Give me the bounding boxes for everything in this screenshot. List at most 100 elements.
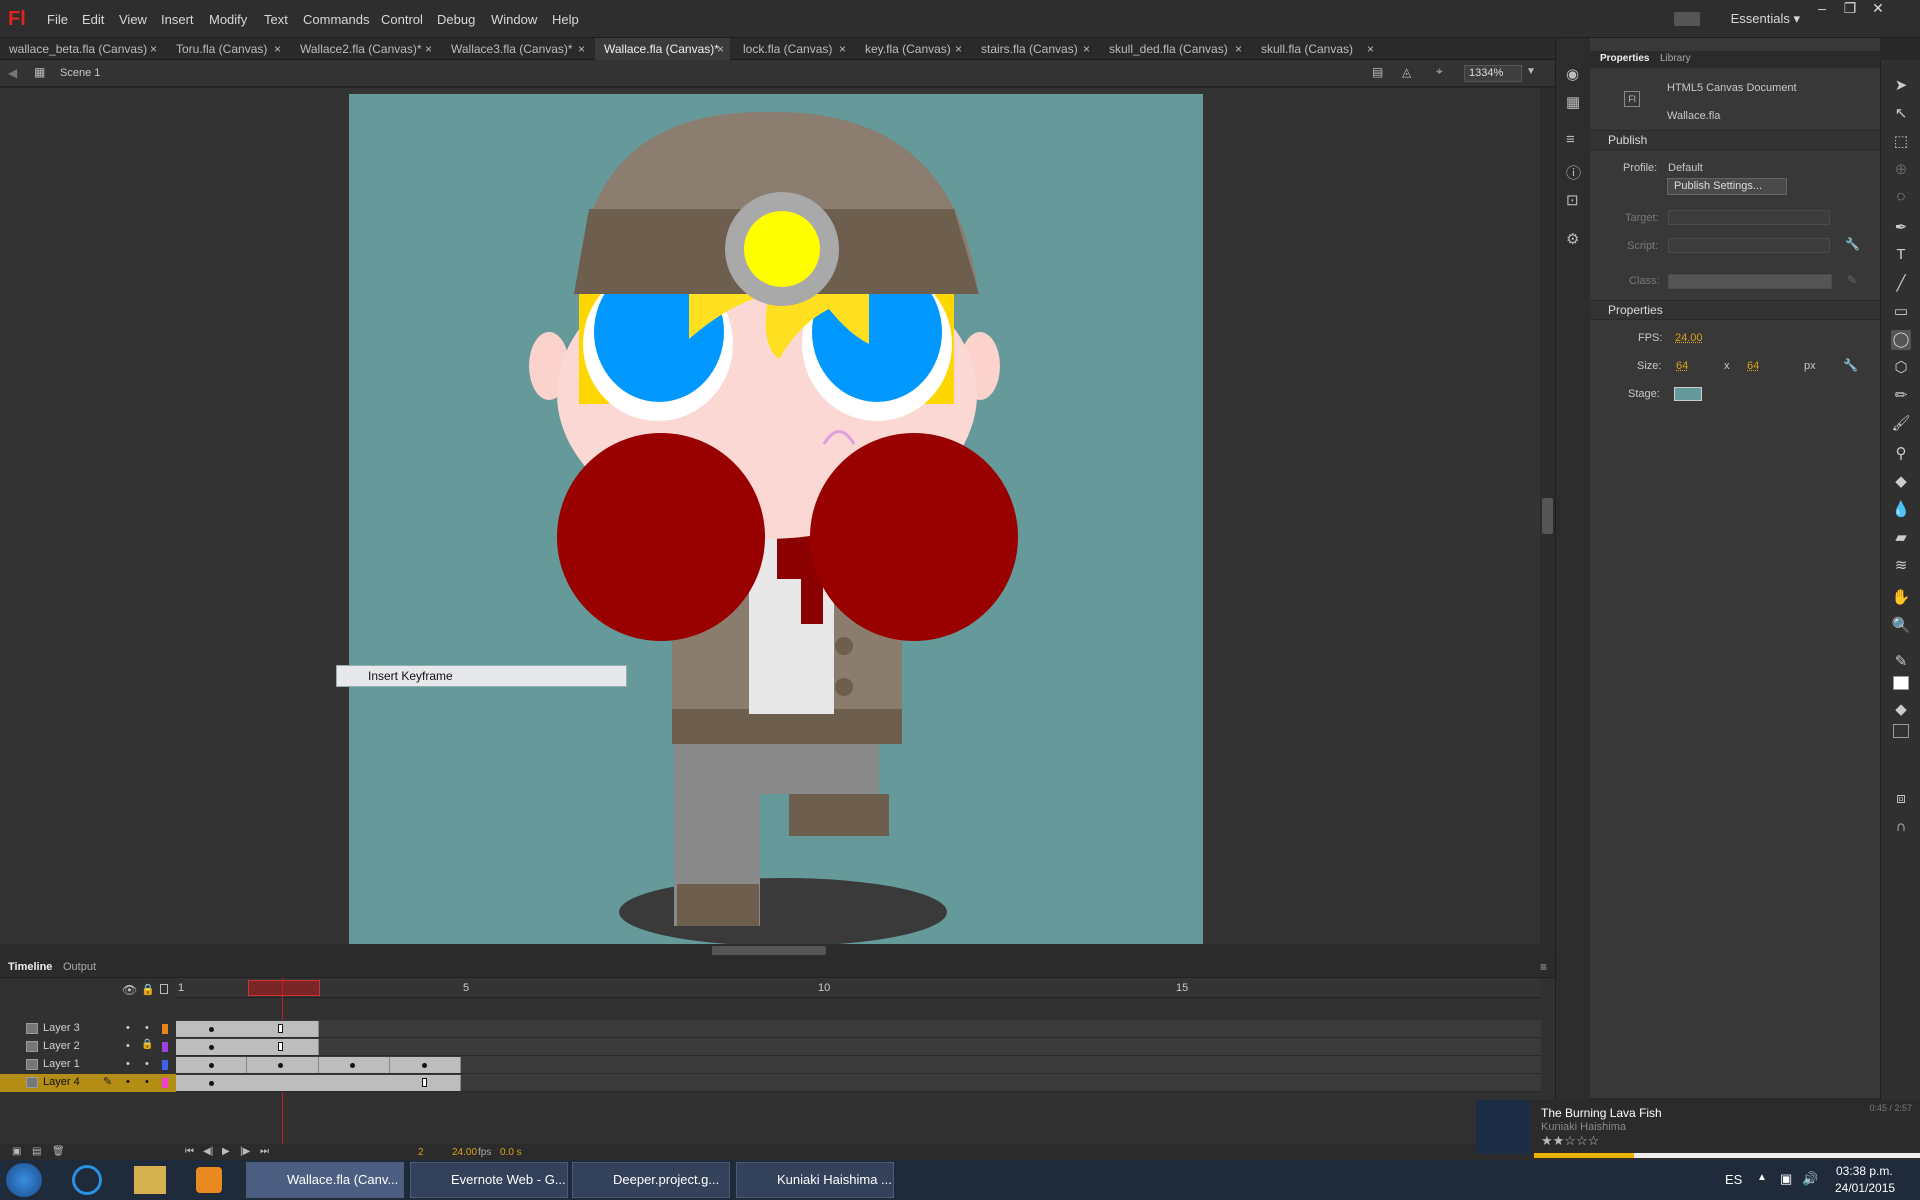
close-tab-icon[interactable]: × xyxy=(1083,38,1090,60)
selection-tool-icon[interactable]: ➤ xyxy=(1891,76,1911,96)
doc-tab[interactable]: Wallace3.fla (Canvas)* × xyxy=(442,38,591,60)
back-arrow-icon[interactable]: ◀ xyxy=(8,66,17,80)
layer-row[interactable]: Layer 3 • • xyxy=(0,1020,176,1038)
end-frame-marker[interactable] xyxy=(422,1078,427,1087)
zoom-tool-icon[interactable]: 🔍 xyxy=(1891,616,1911,636)
current-frame[interactable]: 2 xyxy=(418,1147,424,1158)
layer-color-swatch[interactable] xyxy=(162,1042,168,1052)
layer-name[interactable]: Layer 3 xyxy=(43,1022,80,1034)
visibility-dot[interactable]: • xyxy=(126,1076,130,1088)
doc-tab[interactable]: Wallace.fla (Canvas)* × xyxy=(595,38,730,60)
workspace-switcher[interactable]: Essentials ▾ xyxy=(1731,11,1800,27)
menu-modify[interactable]: Modify xyxy=(209,12,247,27)
close-tab-icon[interactable]: × xyxy=(1235,38,1242,60)
doc-tab[interactable]: Toru.fla (Canvas) × xyxy=(167,38,287,60)
panel-menu-icon[interactable]: ≡ xyxy=(1540,960,1547,974)
menu-window[interactable]: Window xyxy=(491,12,537,27)
scroll-thumb[interactable] xyxy=(1542,498,1553,534)
layer-frames[interactable] xyxy=(176,1056,1541,1074)
eyedropper-tool-icon[interactable]: 💧 xyxy=(1891,500,1911,520)
ie-icon[interactable] xyxy=(72,1165,102,1195)
frame-span[interactable] xyxy=(247,1057,319,1073)
align-icon[interactable]: ≡ xyxy=(1566,131,1575,148)
lasso-tool-icon[interactable]: ◌ xyxy=(1891,188,1911,208)
menu-debug[interactable]: Debug xyxy=(437,12,475,27)
color-panel-icon[interactable]: ◉ xyxy=(1566,65,1579,83)
volume-icon[interactable]: 🔊 xyxy=(1802,1171,1818,1187)
last-frame-icon[interactable]: ⏭ xyxy=(260,1146,269,1157)
width-value[interactable]: 64 xyxy=(1676,360,1688,372)
new-layer-icon[interactable]: ▣ xyxy=(12,1146,21,1157)
doc-tab[interactable]: lock.fla (Canvas) × xyxy=(734,38,852,60)
layer-name[interactable]: Layer 1 xyxy=(43,1058,80,1070)
publish-settings-button[interactable]: Publish Settings... xyxy=(1667,178,1787,195)
tab-library[interactable]: Library xyxy=(1660,53,1691,64)
scene-name[interactable]: Scene 1 xyxy=(60,67,100,79)
layer-frames[interactable] xyxy=(176,1074,1541,1092)
menu-commands[interactable]: Commands xyxy=(303,12,369,27)
bone-tool-icon[interactable]: ⚲ xyxy=(1891,444,1911,464)
3d-rotation-tool-icon[interactable]: ⊕ xyxy=(1891,160,1911,180)
edit-symbols-icon[interactable]: ◬ xyxy=(1402,65,1411,79)
fill-color-icon[interactable]: ◆ xyxy=(1891,700,1911,720)
wrench-icon[interactable]: 🔧 xyxy=(1845,237,1860,251)
oval-tool-icon[interactable]: ◯ xyxy=(1891,330,1911,350)
stroke-color-icon[interactable]: ✎ xyxy=(1891,652,1911,672)
step-forward-icon[interactable]: |▶ xyxy=(240,1146,250,1157)
doc-tab[interactable]: key.fla (Canvas) × xyxy=(856,38,968,60)
transform-icon[interactable]: ⊡ xyxy=(1566,191,1579,209)
close-tab-icon[interactable]: × xyxy=(578,38,585,60)
taskbar-button[interactable]: Evernote Web - G... xyxy=(410,1162,568,1198)
keyframe-dot[interactable] xyxy=(209,1081,214,1086)
layer-frames[interactable] xyxy=(176,1038,1541,1056)
input-language[interactable]: ES xyxy=(1725,1172,1742,1187)
network-icon[interactable]: ▣ xyxy=(1780,1171,1792,1187)
eye-icon[interactable]: 👁 xyxy=(122,983,137,997)
first-frame-icon[interactable]: ⏮ xyxy=(185,1146,194,1157)
visibility-dot[interactable]: • xyxy=(126,1058,130,1070)
progress-track[interactable] xyxy=(1534,1153,1920,1158)
pencil-icon[interactable]: ✎ xyxy=(1847,273,1857,287)
height-value[interactable]: 64 xyxy=(1747,360,1759,372)
doc-tab[interactable]: skull.fla (Canvas) × xyxy=(1252,38,1380,60)
close-icon[interactable]: ✕ xyxy=(1864,0,1892,20)
frame-span[interactable] xyxy=(176,1039,319,1055)
eraser-tool-icon[interactable]: ▰ xyxy=(1891,528,1911,548)
menu-control[interactable]: Control xyxy=(381,12,423,27)
snap-to-objects-icon[interactable]: ⧈ xyxy=(1891,790,1911,810)
menu-edit[interactable]: Edit xyxy=(82,12,104,27)
taskbar-button[interactable]: Deeper.project.g... xyxy=(572,1162,730,1198)
layer-row[interactable]: Layer 2 • 🔒 xyxy=(0,1038,176,1056)
layer-frames[interactable] xyxy=(176,1020,1541,1038)
components-icon[interactable]: ⚙ xyxy=(1566,230,1579,248)
frame-span[interactable] xyxy=(176,1021,319,1037)
subselection-tool-icon[interactable]: ↖ xyxy=(1891,104,1911,124)
class-field[interactable] xyxy=(1668,274,1832,289)
end-frame-marker[interactable] xyxy=(278,1042,283,1051)
properties-section-header[interactable]: Properties xyxy=(1590,300,1880,320)
keyframe-dot[interactable] xyxy=(209,1027,214,1032)
stage-color-swatch[interactable] xyxy=(1674,387,1702,401)
line-tool-icon[interactable]: ╱ xyxy=(1891,274,1911,294)
vertical-scrollbar[interactable] xyxy=(1540,88,1555,944)
media-player-icon[interactable] xyxy=(196,1167,222,1193)
pen-tool-icon[interactable]: ✒ xyxy=(1891,218,1911,238)
swatches-icon[interactable]: ▦ xyxy=(1566,93,1580,111)
outline-icon[interactable] xyxy=(160,984,168,994)
frame-span[interactable] xyxy=(176,1075,461,1091)
tab-output[interactable]: Output xyxy=(63,961,96,973)
edit-scene-icon[interactable]: ▤ xyxy=(1372,65,1383,79)
lock-icon[interactable]: 🔒 xyxy=(141,1039,153,1050)
visibility-dot[interactable]: • xyxy=(126,1022,130,1034)
close-tab-icon[interactable]: × xyxy=(717,38,724,60)
fill-color-swatch[interactable] xyxy=(1893,724,1909,738)
clock-date[interactable]: 24/01/2015 xyxy=(1835,1181,1895,1195)
fps-value[interactable]: 24.00 xyxy=(1675,332,1703,344)
zoom-field[interactable]: 1334% xyxy=(1464,65,1522,82)
scroll-thumb[interactable] xyxy=(712,946,826,955)
keyframe-dot[interactable] xyxy=(422,1063,427,1068)
start-button[interactable] xyxy=(6,1163,42,1197)
layer-color-swatch[interactable] xyxy=(162,1024,168,1034)
zoom-dropdown-icon[interactable]: ▼ xyxy=(1526,66,1536,77)
wrench-icon[interactable]: 🔧 xyxy=(1843,358,1858,372)
